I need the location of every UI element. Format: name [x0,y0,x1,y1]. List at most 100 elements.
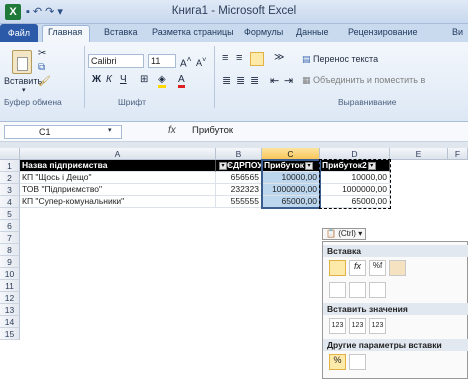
table-cell[interactable]: 555555 [216,196,262,208]
clipboard-group-label: Буфер обмена [4,97,62,107]
bold-button[interactable]: Ж [92,74,101,85]
underline-button[interactable]: Ч [120,74,127,85]
formula-input[interactable]: Прибуток [192,125,233,136]
table-cell[interactable]: КП "Супер-комунальники" [20,196,216,208]
row-header-14[interactable]: 14 [0,316,20,328]
paste-formulas-icon[interactable]: fx [349,260,366,276]
paste-keep-source-format-icon[interactable] [389,260,406,276]
tab-insert[interactable]: Вставка [104,27,137,37]
table-cell[interactable]: 65000,00 [262,196,320,208]
shrink-font-icon[interactable]: A˅ [196,55,206,68]
align-middle-icon[interactable]: ≡ [236,52,242,64]
font-size-combo[interactable]: 11 [148,54,176,68]
row-header-13[interactable]: 13 [0,304,20,316]
clipboard-icon: 📋 [326,229,336,238]
column-header-b[interactable]: B [216,148,262,160]
paste-button-label[interactable]: Вставить [4,76,42,86]
row-header-15[interactable]: 15 [0,328,20,340]
format-painter-icon[interactable]: 🖌 [38,76,51,87]
header-cell-profit2[interactable]: Прибуток2 ▾ [320,160,390,172]
paste-values-section-title: Вставить значения [323,303,468,315]
table-cell[interactable]: 65000,00 [320,196,390,208]
paste-keep-column-widths-icon[interactable] [349,282,366,298]
paste-values-icon[interactable]: 123 [329,318,346,334]
merge-center-button[interactable]: ▦ Объединить и поместить в [302,75,425,86]
grow-font-icon[interactable]: A˄ [180,54,192,69]
paste-options-button[interactable]: 📋 (Ctrl) ▾ [322,228,367,240]
tab-formulas[interactable]: Формулы [244,27,283,37]
other-paste-options-title: Другие параметры вставки [323,339,468,351]
name-box[interactable]: C1 [4,125,122,139]
paste-transpose-icon[interactable] [369,282,386,298]
align-left-icon[interactable]: ≣ [222,74,231,87]
row-header-4[interactable]: 4 [0,196,20,208]
header-cell-profit[interactable]: Прибуток ▾ [262,160,320,172]
paste-link-icon[interactable] [349,354,366,370]
tab-view[interactable]: Ви [452,27,463,37]
paste-formulas-number-format-icon[interactable]: %f [369,260,386,276]
table-cell[interactable]: КП "Щось і Дещо" [20,172,216,184]
merge-icon: ▦ [302,75,314,85]
paste-no-borders-icon[interactable] [329,282,346,298]
table-cell[interactable]: 1000000,00 [262,184,320,196]
font-name-combo[interactable]: Calibri [88,54,144,68]
copy-icon[interactable]: ⧉ [38,62,45,73]
align-right-icon[interactable]: ≣ [250,74,259,87]
header-cell-name[interactable]: Назва підприємства [20,160,216,172]
fill-color-icon[interactable]: ◈ [158,74,166,88]
wrap-text-button[interactable]: ▤ Перенос текста [302,54,378,65]
row-header-3[interactable]: 3 [0,184,20,196]
row-header-8[interactable]: 8 [0,244,20,256]
header-cell-edrpou[interactable]: ▾ ЄДРПОУ [216,160,262,172]
paste-icon[interactable] [12,50,32,74]
column-header-c[interactable]: C [262,148,320,160]
column-header-e[interactable]: E [390,148,448,160]
table-cell[interactable]: ТОВ "Підприємство" [20,184,216,196]
title-bar: X ▪↶↷▾ Книга1 - Microsoft Excel [0,0,468,24]
paste-icon[interactable] [329,260,346,276]
font-color-icon[interactable]: A [178,74,185,88]
filter-dropdown-icon[interactable]: ▾ [367,161,376,170]
borders-icon[interactable]: ⊞ [140,74,148,85]
table-cell[interactable]: 10000,00 [320,172,390,184]
decrease-indent-icon[interactable]: ⇤ [270,74,279,87]
row-header-10[interactable]: 10 [0,268,20,280]
align-top-icon[interactable]: ≡ [222,52,228,64]
paste-dropdown-icon[interactable]: ▾ [22,86,26,94]
tab-review[interactable]: Рецензирование [348,27,418,37]
row-header-12[interactable]: 12 [0,292,20,304]
cut-icon[interactable]: ✂ [38,48,46,59]
table-cell[interactable]: 10000,00 [262,172,320,184]
column-header-d[interactable]: D [320,148,390,160]
paste-formatting-icon[interactable]: % [329,354,346,370]
paste-values-number-format-icon[interactable]: 123 [349,318,366,334]
insert-function-icon[interactable]: fx [168,125,176,136]
paste-values-source-format-icon[interactable]: 123 [369,318,386,334]
orientation-icon[interactable]: ≫ [274,52,284,63]
tab-data[interactable]: Данные [296,27,329,37]
filter-dropdown-icon[interactable]: ▾ [219,161,227,170]
italic-button[interactable]: К [106,74,112,85]
select-all-corner[interactable] [0,148,20,160]
row-header-7[interactable]: 7 [0,232,20,244]
table-cell[interactable]: 656565 [216,172,262,184]
row-header-6[interactable]: 6 [0,220,20,232]
tab-file[interactable]: Файл [0,24,38,42]
column-header-a[interactable]: A [20,148,216,160]
align-center-icon[interactable]: ≣ [236,74,245,87]
row-header-2[interactable]: 2 [0,172,20,184]
align-bottom-icon[interactable] [250,52,264,66]
ribbon-tabs: Файл Главная Вставка Разметка страницы Ф… [0,24,468,42]
increase-indent-icon[interactable]: ⇥ [284,74,293,87]
name-box-dropdown-icon[interactable]: ▾ [108,126,112,134]
table-cell[interactable]: 232323 [216,184,262,196]
filter-dropdown-icon[interactable]: ▾ [305,161,313,170]
column-header-f[interactable]: F [448,148,468,160]
row-header-9[interactable]: 9 [0,256,20,268]
row-header-5[interactable]: 5 [0,208,20,220]
row-header-1[interactable]: 1 [0,160,20,172]
tab-home[interactable]: Главная [48,27,82,37]
tab-page-layout[interactable]: Разметка страницы [152,27,234,37]
row-header-11[interactable]: 11 [0,280,20,292]
table-cell[interactable]: 1000000,00 [320,184,390,196]
